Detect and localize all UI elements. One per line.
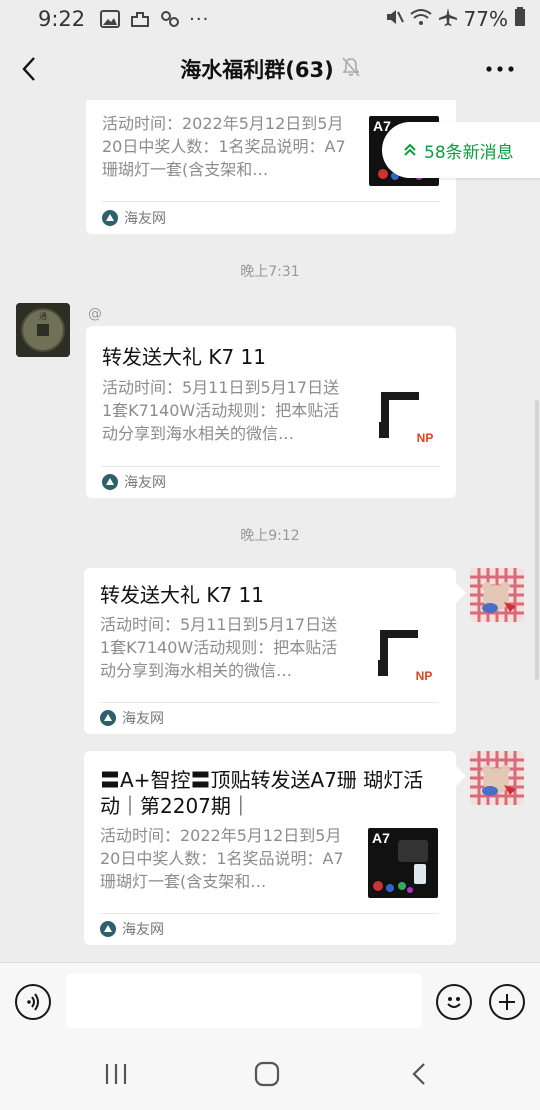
card-thumbnail: NP <box>368 620 438 690</box>
svg-text:NP: NP <box>417 431 434 445</box>
home-button[interactable] <box>247 1058 287 1090</box>
card-source: 海友网 <box>102 472 166 492</box>
airplane-icon <box>438 7 458 32</box>
emoji-button[interactable] <box>436 984 472 1020</box>
card-divider <box>102 466 440 467</box>
chat-header: 海水福利群(63) <box>0 38 540 100</box>
voice-icon <box>27 993 39 1011</box>
new-messages-label: 58条新消息 <box>424 142 514 163</box>
source-logo-icon <box>100 710 116 726</box>
input-bar <box>0 962 540 1038</box>
battery-level: 77% <box>463 7 508 31</box>
back-arrow-icon <box>22 57 35 81</box>
timestamp: 晚上7:31 <box>240 264 300 280</box>
status-time: 9:22 <box>38 7 86 31</box>
chat-title: 海水福利群(63) <box>180 54 360 84</box>
card-source: 海友网 <box>102 208 166 228</box>
scrollbar[interactable] <box>535 400 539 680</box>
bear-avatar-icon <box>470 751 524 805</box>
recent-apps-button[interactable] <box>96 1058 136 1090</box>
lamp-photo-icon <box>373 840 428 893</box>
link-card[interactable]: 〓A+智控〓顶贴转发送A7珊 瑚灯活动｜第2207期｜ 活动时间：2022年5月… <box>84 751 456 945</box>
more-icon <box>486 66 514 72</box>
group-name: 海水福利群(63) <box>180 58 334 82</box>
avatar[interactable]: 通 <box>16 303 70 357</box>
battery-icon <box>514 6 526 32</box>
more-functions-button[interactable] <box>489 984 525 1020</box>
double-chevron-up-icon <box>404 143 416 156</box>
source-logo-icon <box>102 210 118 226</box>
wifi-icon <box>409 7 432 31</box>
bubble-tail <box>456 766 466 786</box>
voice-button[interactable] <box>15 984 51 1020</box>
status-bar: 9:22 ··· 77% <box>0 0 540 38</box>
card-description: 活动时间：2022年5月12日到5月20日中奖人数：1名奖品说明：A7珊瑚灯一套… <box>102 114 346 179</box>
card-thumbnail: NP <box>369 382 439 452</box>
source-logo-icon <box>102 474 118 490</box>
card-divider <box>102 201 440 202</box>
card-description: 活动时间：5月11日到5月17日送1套K7140W活动规则：把本贴活动分享到海水… <box>102 378 340 443</box>
card-thumbnail: A7 <box>368 828 438 898</box>
message-input[interactable] <box>66 974 422 1028</box>
bubble-tail <box>456 583 466 603</box>
more-options-button[interactable] <box>482 55 518 83</box>
emoji-icon <box>447 997 461 1008</box>
gallery-icon <box>99 8 121 30</box>
new-messages-button[interactable]: 58条新消息 <box>382 122 540 178</box>
system-navigation-bar <box>0 1038 540 1110</box>
coin-avatar-icon: 通 <box>16 303 70 357</box>
card-divider <box>100 702 438 703</box>
source-logo-icon <box>100 921 116 937</box>
svg-text:通: 通 <box>39 311 47 321</box>
card-source: 海友网 <box>100 919 164 939</box>
back-button[interactable] <box>14 52 44 86</box>
svg-text:NP: NP <box>416 669 433 683</box>
lamp-photo-icon: NP <box>378 630 433 683</box>
my-avatar[interactable] <box>470 751 524 805</box>
card-title: 转发送大礼 K7 11 <box>102 345 267 369</box>
card-title: 〓A+智控〓顶贴转发送A7珊 瑚灯活动｜第2207期｜ <box>100 768 424 818</box>
more-notifications-icon: ··· <box>189 8 210 30</box>
chat-message-list[interactable]: 活动时间：2022年5月12日到5月20日中奖人数：1名奖品说明：A7珊瑚灯一套… <box>0 100 540 962</box>
recent-apps-icon <box>105 1064 127 1084</box>
my-avatar[interactable] <box>470 568 524 622</box>
share-icon <box>129 8 151 30</box>
mute-icon <box>384 7 404 32</box>
link-card[interactable]: 转发送大礼 K7 11 活动时间：5月11日到5月17日送1套K7140W活动规… <box>84 568 456 734</box>
card-description: 活动时间：2022年5月12日到5月20日中奖人数：1名奖品说明：A7珊瑚灯一套… <box>100 826 344 891</box>
card-source: 海友网 <box>100 708 164 728</box>
lamp-photo-icon: NP <box>379 392 434 445</box>
wechat-icon <box>159 8 181 30</box>
timestamp: 晚上9:12 <box>240 528 300 544</box>
card-title: 转发送大礼 K7 11 <box>100 583 265 607</box>
bear-avatar-icon <box>470 568 524 622</box>
sender-name: @ <box>88 306 102 322</box>
mute-bell-icon <box>342 56 360 82</box>
link-card[interactable]: 转发送大礼 K7 11 活动时间：5月11日到5月17日送1套K7140W活动规… <box>86 326 456 498</box>
back-icon <box>412 1063 425 1085</box>
card-description: 活动时间：5月11日到5月17日送1套K7140W活动规则：把本贴活动分享到海水… <box>100 615 338 680</box>
system-back-button[interactable] <box>399 1058 439 1090</box>
plus-icon <box>499 994 515 1010</box>
home-icon <box>254 1061 280 1087</box>
card-divider <box>100 913 438 914</box>
